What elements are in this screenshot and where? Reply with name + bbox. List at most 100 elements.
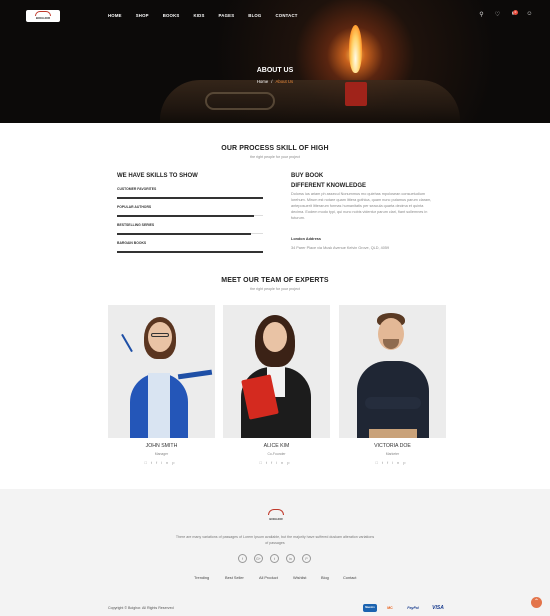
process-title: OUR PROCESS SKILL OF HIGH bbox=[221, 145, 329, 152]
site-logo[interactable]: BOIGHOR bbox=[26, 10, 60, 22]
copyright: Copyright © Boighor. All Rights Reserved bbox=[108, 606, 174, 610]
pinterest-icon[interactable]: p bbox=[403, 460, 409, 465]
nav-shop[interactable]: SHOP bbox=[136, 13, 149, 18]
team-title: MEET OUR TEAM OF EXPERTS bbox=[221, 277, 329, 284]
cart-count-badge: 0 bbox=[513, 10, 518, 15]
paypal-icon: PayPal bbox=[407, 606, 419, 610]
buy-book-heading: BUY BOOK DIFFERENT KNOWLEDGE bbox=[291, 171, 366, 191]
footer-link-trending[interactable]: Trending bbox=[194, 575, 209, 580]
skill-bar-track bbox=[117, 196, 263, 199]
footer-logo[interactable]: BOIGHOR bbox=[261, 509, 291, 523]
pinterest-icon[interactable]: p bbox=[287, 460, 293, 465]
buy-heading-line-1: BUY BOOK bbox=[291, 173, 324, 179]
footer-social: f G+ t in P bbox=[238, 554, 311, 563]
footer-link-all-product[interactable]: All Product bbox=[259, 575, 278, 580]
member-role: Co-Founder bbox=[267, 452, 286, 456]
address-heading: London Address bbox=[291, 237, 322, 241]
skills-heading: WE HAVE SKILLS TO SHOW bbox=[117, 173, 198, 179]
header-icons: ⚲ ♡ ■ ☺ bbox=[478, 11, 533, 18]
skill-bar-fill bbox=[117, 214, 255, 217]
member-name: VICTORIA DOE bbox=[374, 443, 411, 449]
skill-bar-fill bbox=[117, 232, 252, 235]
member-name: ALICE KIM bbox=[263, 443, 290, 449]
member-photo bbox=[108, 305, 215, 438]
candle-image bbox=[345, 82, 367, 106]
member-social: □tfinp bbox=[339, 460, 446, 465]
team-member-card: VICTORIA DOE Marketer □tfinp bbox=[339, 305, 446, 465]
nav-blog[interactable]: BLOG bbox=[248, 13, 261, 18]
linkedin-icon[interactable]: in bbox=[392, 460, 403, 465]
person-face bbox=[263, 322, 287, 352]
nav-books[interactable]: BOOKS bbox=[163, 13, 180, 18]
footer-description: There are many variations of passages of… bbox=[175, 535, 375, 545]
candle-flame-image bbox=[349, 25, 362, 73]
pinterest-icon[interactable]: P bbox=[302, 554, 311, 563]
member-role: Marketer bbox=[385, 452, 400, 456]
maestro-icon: Maestro bbox=[363, 604, 377, 612]
user-icon[interactable]: ☺ bbox=[526, 11, 533, 18]
skill-bar-track bbox=[117, 232, 263, 235]
footer-link-best-seller[interactable]: Best Seller bbox=[225, 575, 244, 580]
member-social: □tfinp bbox=[108, 460, 215, 465]
skill-item: BESTSELLING SERIES bbox=[117, 223, 263, 235]
footer-link-blog[interactable]: Blog bbox=[321, 575, 329, 580]
breadcrumb: Home / About Us bbox=[0, 79, 550, 84]
linkedin-icon[interactable]: in bbox=[161, 460, 172, 465]
skill-bar-track bbox=[117, 214, 263, 217]
skill-label: BARGAIN BOOKS bbox=[117, 241, 147, 245]
page-banner bbox=[0, 0, 550, 123]
breadcrumb-separator: / bbox=[271, 79, 273, 84]
buy-heading-line-2: DIFFERENT KNOWLEDGE bbox=[291, 183, 366, 189]
nav-kids[interactable]: KIDS bbox=[193, 13, 204, 18]
member-photo bbox=[223, 305, 330, 438]
person-face bbox=[148, 322, 172, 352]
scroll-to-top-button[interactable]: ⌃ bbox=[531, 597, 542, 608]
buy-book-text: Dolorss ius ariam ph assecul Nonummus mo… bbox=[291, 192, 432, 221]
skill-item: POPULAR AUTHORS bbox=[117, 205, 263, 217]
glasses-icon bbox=[151, 333, 169, 337]
main-nav: HOME SHOP BOOKS KIDS PAGES BLOG CONTACT bbox=[108, 13, 298, 18]
member-role: Manager bbox=[154, 452, 169, 456]
facebook-icon[interactable]: f bbox=[238, 554, 247, 563]
nav-contact[interactable]: CONTACT bbox=[275, 13, 297, 18]
footer-link-contact[interactable]: Contact bbox=[343, 575, 356, 580]
footer-link-wishlist[interactable]: Wishlist bbox=[293, 575, 306, 580]
skill-label: BESTSELLING SERIES bbox=[117, 223, 155, 227]
skill-bar-fill bbox=[117, 250, 263, 253]
crossed-arms bbox=[365, 397, 421, 409]
team-subtitle: the right people for your project bbox=[250, 287, 300, 291]
linkedin-icon[interactable]: in bbox=[286, 554, 295, 563]
skill-bar-fill bbox=[117, 196, 263, 199]
google-plus-icon[interactable]: G+ bbox=[254, 554, 263, 563]
pen-icon bbox=[121, 333, 133, 353]
team-member-card: ALICE KIM Co-Founder □tfinp bbox=[223, 305, 330, 465]
breadcrumb-current: About Us bbox=[275, 79, 294, 84]
skill-item: BARGAIN BOOKS bbox=[117, 241, 263, 253]
member-name: JOHN SMITH bbox=[145, 443, 178, 449]
visa-icon: VISA bbox=[432, 605, 444, 611]
heart-icon[interactable]: ♡ bbox=[494, 11, 501, 18]
member-social: □tfinp bbox=[223, 460, 330, 465]
process-subtitle: the right people for your project bbox=[250, 155, 300, 159]
folder-icon bbox=[177, 369, 213, 380]
nav-pages[interactable]: PAGES bbox=[219, 13, 235, 18]
pinterest-icon[interactable]: p bbox=[172, 460, 178, 465]
skill-label: POPULAR AUTHORS bbox=[117, 205, 152, 209]
book-logo-icon bbox=[268, 509, 284, 515]
person-shirt bbox=[148, 373, 170, 438]
nav-home[interactable]: HOME bbox=[108, 13, 122, 18]
person-pants bbox=[369, 429, 417, 438]
search-icon[interactable]: ⚲ bbox=[478, 11, 485, 18]
address-text: 34 Parer Place via Musk Avenue Kelvin Gr… bbox=[291, 246, 390, 250]
skill-item: CUSTOMER FAVORITES bbox=[117, 187, 263, 199]
member-photo bbox=[339, 305, 446, 438]
twitter-icon[interactable]: t bbox=[270, 554, 279, 563]
page-title: ABOUT US bbox=[256, 67, 294, 74]
team-member-card: JOHN SMITH Manager □tfinp bbox=[108, 305, 215, 465]
banner-glasses-image bbox=[205, 92, 275, 110]
mastercard-icon: MC bbox=[387, 606, 393, 610]
breadcrumb-home[interactable]: Home bbox=[257, 79, 268, 84]
skill-label: CUSTOMER FAVORITES bbox=[117, 187, 157, 191]
linkedin-icon[interactable]: in bbox=[276, 460, 287, 465]
skill-bar-track bbox=[117, 250, 263, 253]
